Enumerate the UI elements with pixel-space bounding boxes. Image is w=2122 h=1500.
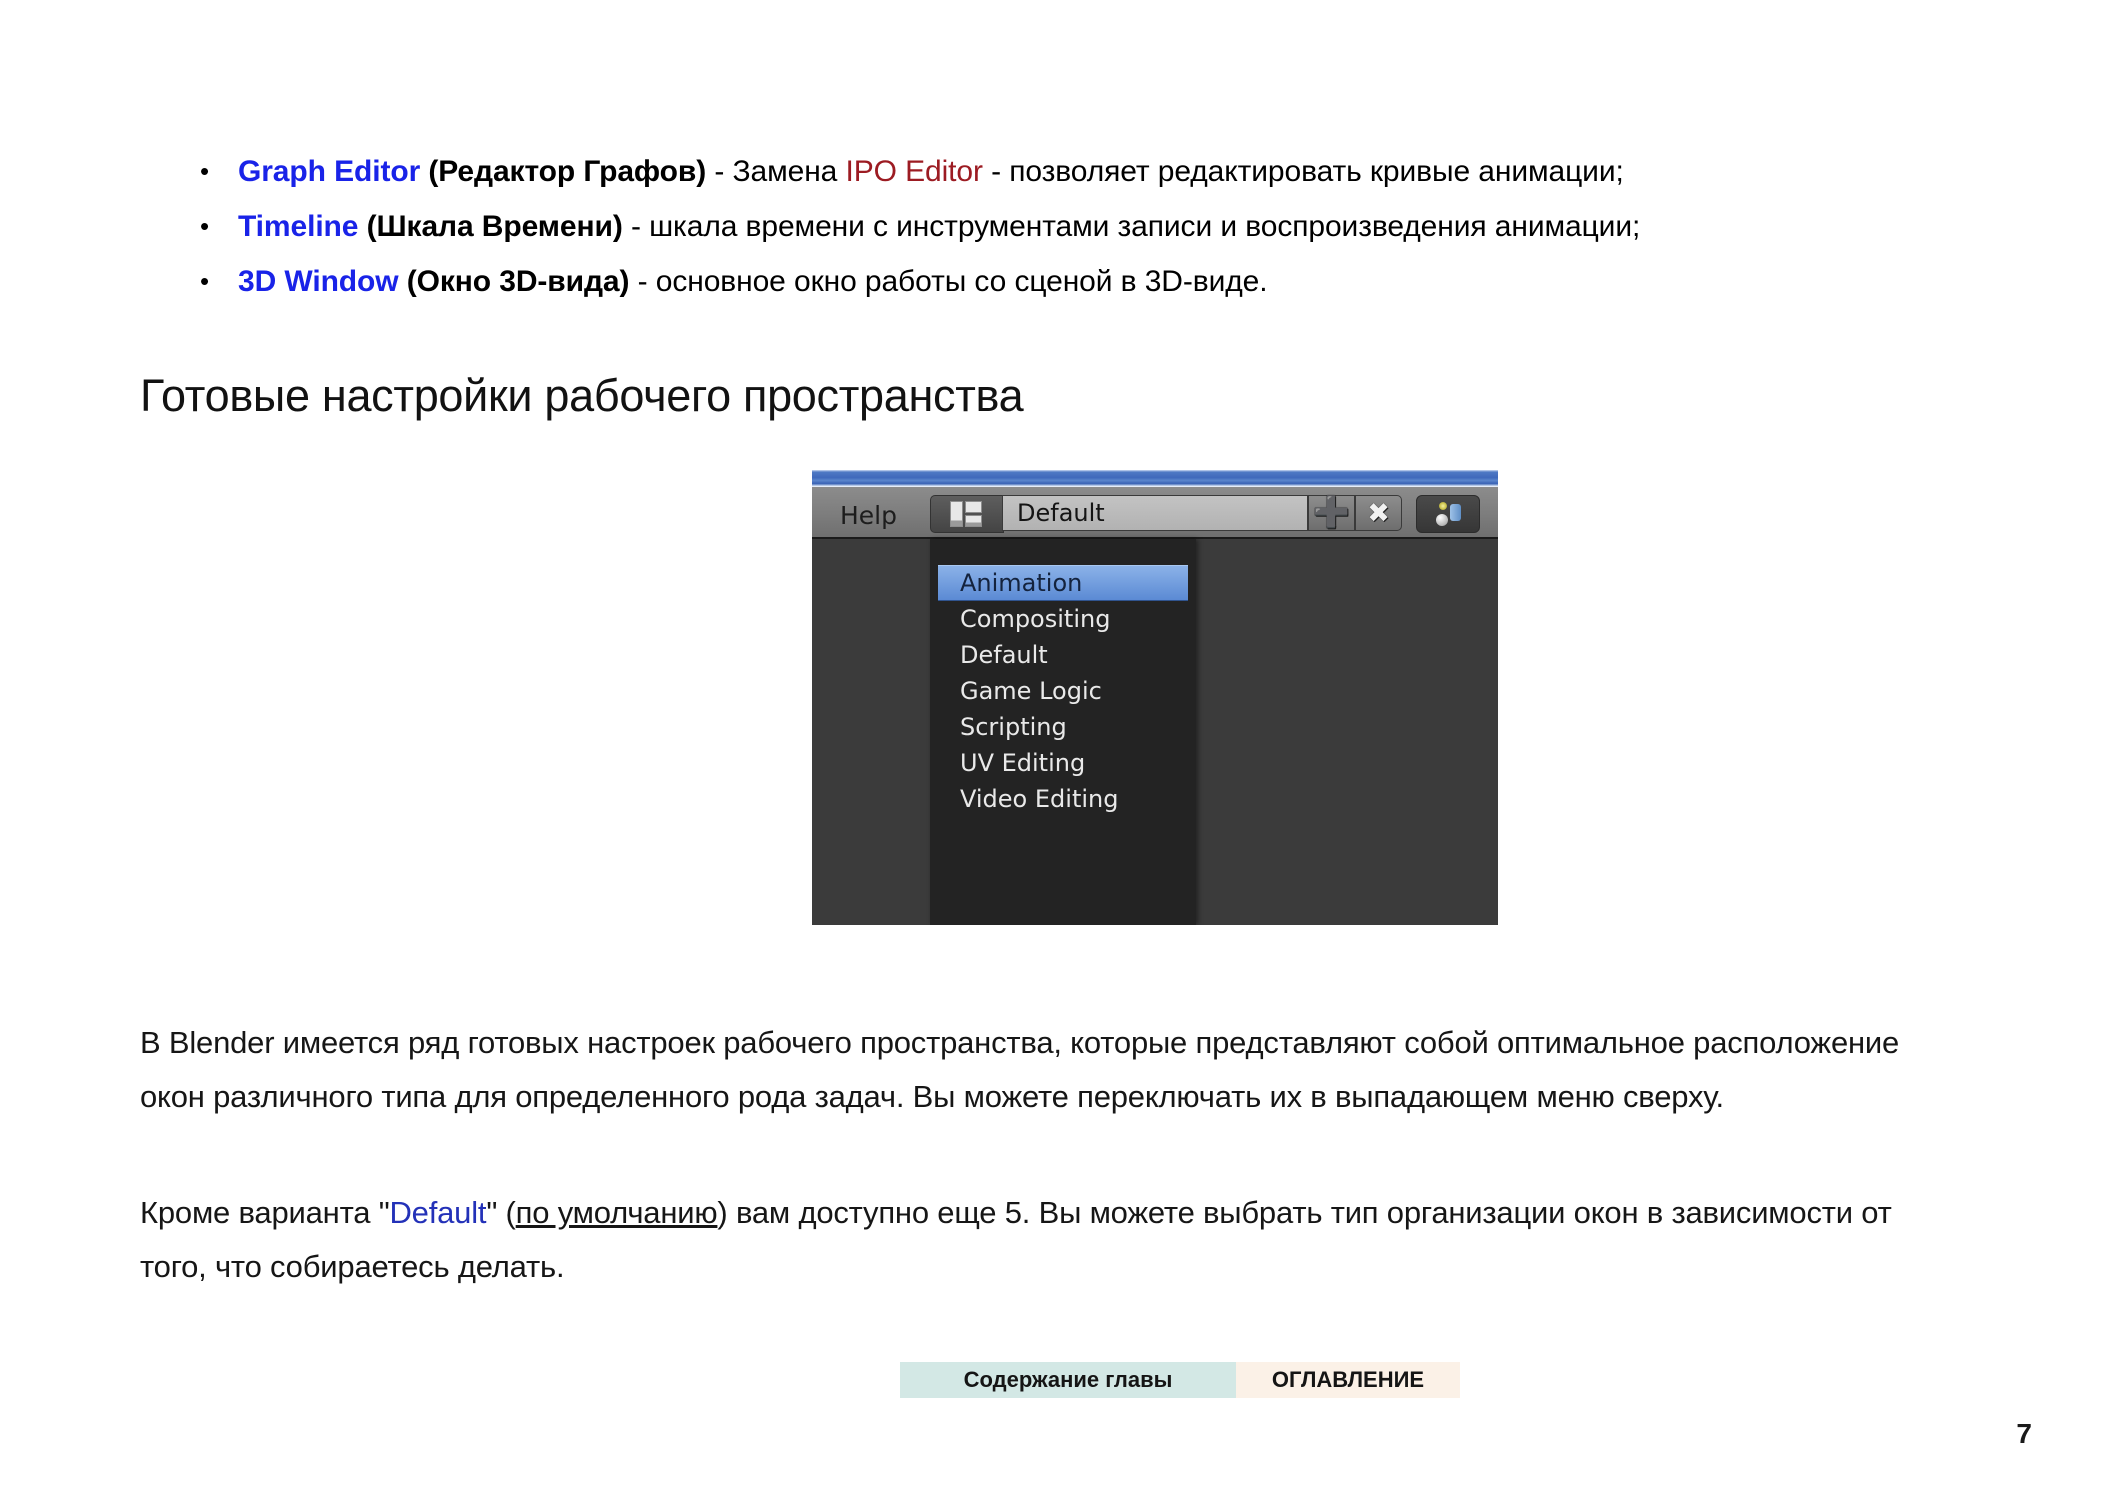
blender-window-titlebar — [812, 470, 1498, 487]
bullet-term-en: Timeline — [238, 210, 359, 243]
bullet-term-en: Graph Editor — [238, 155, 421, 188]
menu-item-video-editing[interactable]: Video Editing — [938, 781, 1188, 817]
bullet-term-en: 3D Window — [238, 265, 399, 298]
para2-underlined: по умолчанию — [515, 1195, 718, 1230]
body-paragraph-2: Кроме варианта "Default" (по умолчанию) … — [140, 1186, 1940, 1294]
menu-item-help[interactable]: Help — [840, 501, 897, 530]
window-layout-icon — [950, 501, 984, 527]
menu-item-default[interactable]: Default — [938, 637, 1188, 673]
bullet-desc-before: - шкала времени с инструментами записи и… — [622, 210, 1641, 243]
bullet-term-ru: (Редактор Графов) — [420, 155, 707, 188]
menu-item-animation[interactable]: Animation — [938, 565, 1188, 601]
list-item: Timeline (Шкала Времени) - шкала времени… — [196, 199, 1996, 254]
plus-icon: ➕ — [1312, 495, 1351, 530]
bullet-term-ru: (Окно 3D-вида) — [398, 265, 630, 298]
cross-icon: ✖ — [1367, 497, 1390, 529]
slide-page: Graph Editor (Редактор Графов) - Замена … — [0, 0, 2122, 1500]
delete-layout-button[interactable]: ✖ — [1355, 495, 1402, 531]
blender-viewport-area: Animation Compositing Default Game Logic… — [812, 539, 1498, 925]
menu-item-compositing[interactable]: Compositing — [938, 601, 1188, 637]
menu-item-uv-editing[interactable]: UV Editing — [938, 745, 1188, 781]
feature-bullet-list: Graph Editor (Редактор Графов) - Замена … — [196, 144, 1996, 309]
scene-selector-button[interactable] — [1416, 495, 1480, 533]
bullet-desc-before: - Замена — [706, 155, 846, 188]
add-layout-button[interactable]: ➕ — [1308, 495, 1355, 531]
table-of-contents-button[interactable]: ОГЛАВЛЕНИЕ — [1236, 1362, 1460, 1398]
body-paragraph-1: В Blender имеется ряд готовых настроек р… — [140, 1025, 1900, 1114]
menu-item-scripting[interactable]: Scripting — [938, 709, 1188, 745]
list-item: Graph Editor (Редактор Графов) - Замена … — [196, 144, 1996, 199]
list-item: 3D Window (Окно 3D-вида) - основное окно… — [196, 254, 1996, 309]
bullet-term-ru: (Шкала Времени) — [358, 210, 623, 243]
para2-middle: " ( — [486, 1195, 516, 1230]
blender-header-bar: Help Default ➕ ✖ — [812, 487, 1498, 539]
bullet-desc-before: - основное окно работы со сценой в 3D-ви… — [629, 265, 1268, 298]
layout-name-field[interactable]: Default — [1002, 495, 1308, 531]
para2-link[interactable]: Default — [390, 1195, 487, 1230]
bullet-highlight: IPO Editor — [845, 155, 983, 188]
layout-name-value: Default — [1017, 499, 1105, 527]
bullet-desc-after: - позволяет редактировать кривые анимаци… — [982, 155, 1624, 188]
para2-before: Кроме варианта " — [140, 1195, 390, 1230]
page-number: 7 — [2016, 1418, 2032, 1449]
footer-navigation: Содержание главы ОГЛАВЛЕНИЕ — [900, 1362, 1460, 1398]
layout-dropdown-menu: Animation Compositing Default Game Logic… — [930, 539, 1196, 925]
menu-item-game-logic[interactable]: Game Logic — [938, 673, 1188, 709]
scene-icon — [1433, 502, 1463, 526]
blender-screenshot: Help Default ➕ ✖ Animation Compositing D… — [812, 470, 1498, 925]
layout-selector-button[interactable] — [930, 495, 1004, 533]
page-title: Готовые настройки рабочего пространства — [140, 370, 1024, 421]
chapter-contents-button[interactable]: Содержание главы — [900, 1362, 1236, 1398]
